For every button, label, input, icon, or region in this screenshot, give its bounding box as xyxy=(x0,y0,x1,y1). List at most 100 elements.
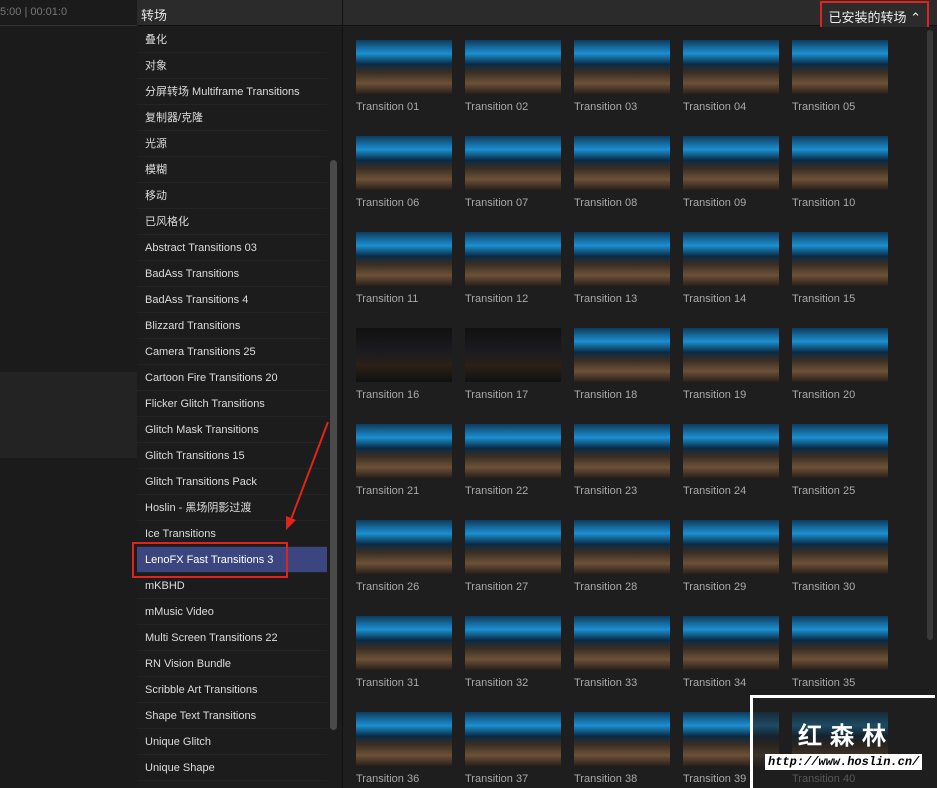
watermark: 红森林 http://www.hoslin.cn/ xyxy=(750,695,935,788)
transition-item[interactable]: Transition 23 xyxy=(574,424,670,497)
transition-thumbnail[interactable] xyxy=(465,232,561,286)
transition-thumbnail[interactable] xyxy=(683,424,779,478)
sidebar-item[interactable]: Abstract Transitions 03 xyxy=(137,235,327,261)
sidebar-item[interactable]: Scribble Art Transitions xyxy=(137,677,327,703)
transition-item[interactable]: Transition 38 xyxy=(574,712,670,785)
sidebar-item[interactable]: 移动 xyxy=(137,183,327,209)
transition-thumbnail[interactable] xyxy=(574,40,670,94)
sidebar-item[interactable]: Cartoon Fire Transitions 20 xyxy=(137,365,327,391)
transition-item[interactable]: Transition 10 xyxy=(792,136,888,209)
transition-thumbnail[interactable] xyxy=(574,520,670,574)
transition-thumbnail[interactable] xyxy=(465,328,561,382)
transition-thumbnail[interactable] xyxy=(792,520,888,574)
transition-item[interactable]: Transition 20 xyxy=(792,328,888,401)
transition-thumbnail[interactable] xyxy=(792,232,888,286)
transition-item[interactable]: Transition 06 xyxy=(356,136,452,209)
sidebar-item[interactable]: 分屏转场 Multiframe Transitions xyxy=(137,79,327,105)
sidebar-item[interactable]: Blizzard Transitions xyxy=(137,313,327,339)
transition-item[interactable]: Transition 35 xyxy=(792,616,888,689)
transition-item[interactable]: Transition 15 xyxy=(792,232,888,305)
transition-item[interactable]: Transition 22 xyxy=(465,424,561,497)
sidebar-item[interactable]: 叠化 xyxy=(137,27,327,53)
transition-item[interactable]: Transition 27 xyxy=(465,520,561,593)
transition-thumbnail[interactable] xyxy=(356,136,452,190)
transition-thumbnail[interactable] xyxy=(356,40,452,94)
transition-item[interactable]: Transition 36 xyxy=(356,712,452,785)
transition-thumbnail[interactable] xyxy=(683,40,779,94)
transition-thumbnail[interactable] xyxy=(683,232,779,286)
transition-thumbnail[interactable] xyxy=(574,328,670,382)
sidebar-item[interactable]: 对象 xyxy=(137,53,327,79)
transition-thumbnail[interactable] xyxy=(356,424,452,478)
transition-thumbnail[interactable] xyxy=(683,136,779,190)
transition-thumbnail[interactable] xyxy=(792,424,888,478)
transition-item[interactable]: Transition 26 xyxy=(356,520,452,593)
transition-thumbnail[interactable] xyxy=(574,232,670,286)
transition-item[interactable]: Transition 33 xyxy=(574,616,670,689)
transition-item[interactable]: Transition 28 xyxy=(574,520,670,593)
transition-thumbnail[interactable] xyxy=(356,520,452,574)
transition-item[interactable]: Transition 11 xyxy=(356,232,452,305)
transition-item[interactable]: Transition 32 xyxy=(465,616,561,689)
transition-thumbnail[interactable] xyxy=(356,616,452,670)
transition-thumbnail[interactable] xyxy=(683,520,779,574)
transition-item[interactable]: Transition 03 xyxy=(574,40,670,113)
transition-thumbnail[interactable] xyxy=(465,616,561,670)
transition-item[interactable]: Transition 31 xyxy=(356,616,452,689)
sidebar-item[interactable]: BadAss Transitions 4 xyxy=(137,287,327,313)
transition-thumbnail[interactable] xyxy=(465,424,561,478)
transition-thumbnail[interactable] xyxy=(574,424,670,478)
transition-thumbnail[interactable] xyxy=(792,328,888,382)
transition-thumbnail[interactable] xyxy=(574,616,670,670)
transition-thumbnail[interactable] xyxy=(574,712,670,766)
transition-item[interactable]: Transition 37 xyxy=(465,712,561,785)
transition-item[interactable]: Transition 08 xyxy=(574,136,670,209)
sidebar-item[interactable]: RN Vision Bundle xyxy=(137,651,327,677)
transition-thumbnail[interactable] xyxy=(792,616,888,670)
transition-item[interactable]: Transition 14 xyxy=(683,232,779,305)
sidebar-item[interactable]: 光源 xyxy=(137,131,327,157)
transition-thumbnail[interactable] xyxy=(465,520,561,574)
grid-scrollbar[interactable] xyxy=(927,30,933,640)
transition-thumbnail[interactable] xyxy=(465,136,561,190)
transition-item[interactable]: Transition 18 xyxy=(574,328,670,401)
transition-thumbnail[interactable] xyxy=(465,40,561,94)
transition-item[interactable]: Transition 30 xyxy=(792,520,888,593)
transition-item[interactable]: Transition 17 xyxy=(465,328,561,401)
transition-item[interactable]: Transition 24 xyxy=(683,424,779,497)
transition-item[interactable]: Transition 34 xyxy=(683,616,779,689)
transition-item[interactable]: Transition 09 xyxy=(683,136,779,209)
transition-item[interactable]: Transition 07 xyxy=(465,136,561,209)
transition-item[interactable]: Transition 05 xyxy=(792,40,888,113)
transition-item[interactable]: Transition 02 xyxy=(465,40,561,113)
transition-item[interactable]: Transition 29 xyxy=(683,520,779,593)
transition-thumbnail[interactable] xyxy=(356,232,452,286)
sidebar-item[interactable]: Unique Glitch xyxy=(137,729,327,755)
transition-thumbnail[interactable] xyxy=(683,328,779,382)
sidebar-item[interactable]: mMusic Video xyxy=(137,599,327,625)
sidebar-item[interactable]: Camera Transitions 25 xyxy=(137,339,327,365)
transition-thumbnail[interactable] xyxy=(683,616,779,670)
sidebar-item[interactable]: Multi Screen Transitions 22 xyxy=(137,625,327,651)
sidebar-item[interactable]: 模糊 xyxy=(137,157,327,183)
sidebar-item[interactable]: BadAss Transitions xyxy=(137,261,327,287)
sidebar-item[interactable]: Shape Text Transitions xyxy=(137,703,327,729)
sidebar-item[interactable]: 已风格化 xyxy=(137,209,327,235)
transition-item[interactable]: Transition 12 xyxy=(465,232,561,305)
transition-thumbnail[interactable] xyxy=(356,712,452,766)
sidebar-item[interactable]: 复制器/克隆 xyxy=(137,105,327,131)
transition-thumbnail[interactable] xyxy=(792,40,888,94)
transition-item[interactable]: Transition 01 xyxy=(356,40,452,113)
transition-thumbnail[interactable] xyxy=(356,328,452,382)
transition-thumbnail[interactable] xyxy=(465,712,561,766)
sidebar-item[interactable]: Flicker Glitch Transitions xyxy=(137,391,327,417)
transition-item[interactable]: Transition 19 xyxy=(683,328,779,401)
transition-item[interactable]: Transition 13 xyxy=(574,232,670,305)
transition-item[interactable]: Transition 25 xyxy=(792,424,888,497)
transition-item[interactable]: Transition 21 xyxy=(356,424,452,497)
transition-item[interactable]: Transition 04 xyxy=(683,40,779,113)
sidebar-item[interactable]: Unique Shape xyxy=(137,755,327,781)
transition-thumbnail[interactable] xyxy=(574,136,670,190)
transition-thumbnail[interactable] xyxy=(792,136,888,190)
transition-item[interactable]: Transition 16 xyxy=(356,328,452,401)
